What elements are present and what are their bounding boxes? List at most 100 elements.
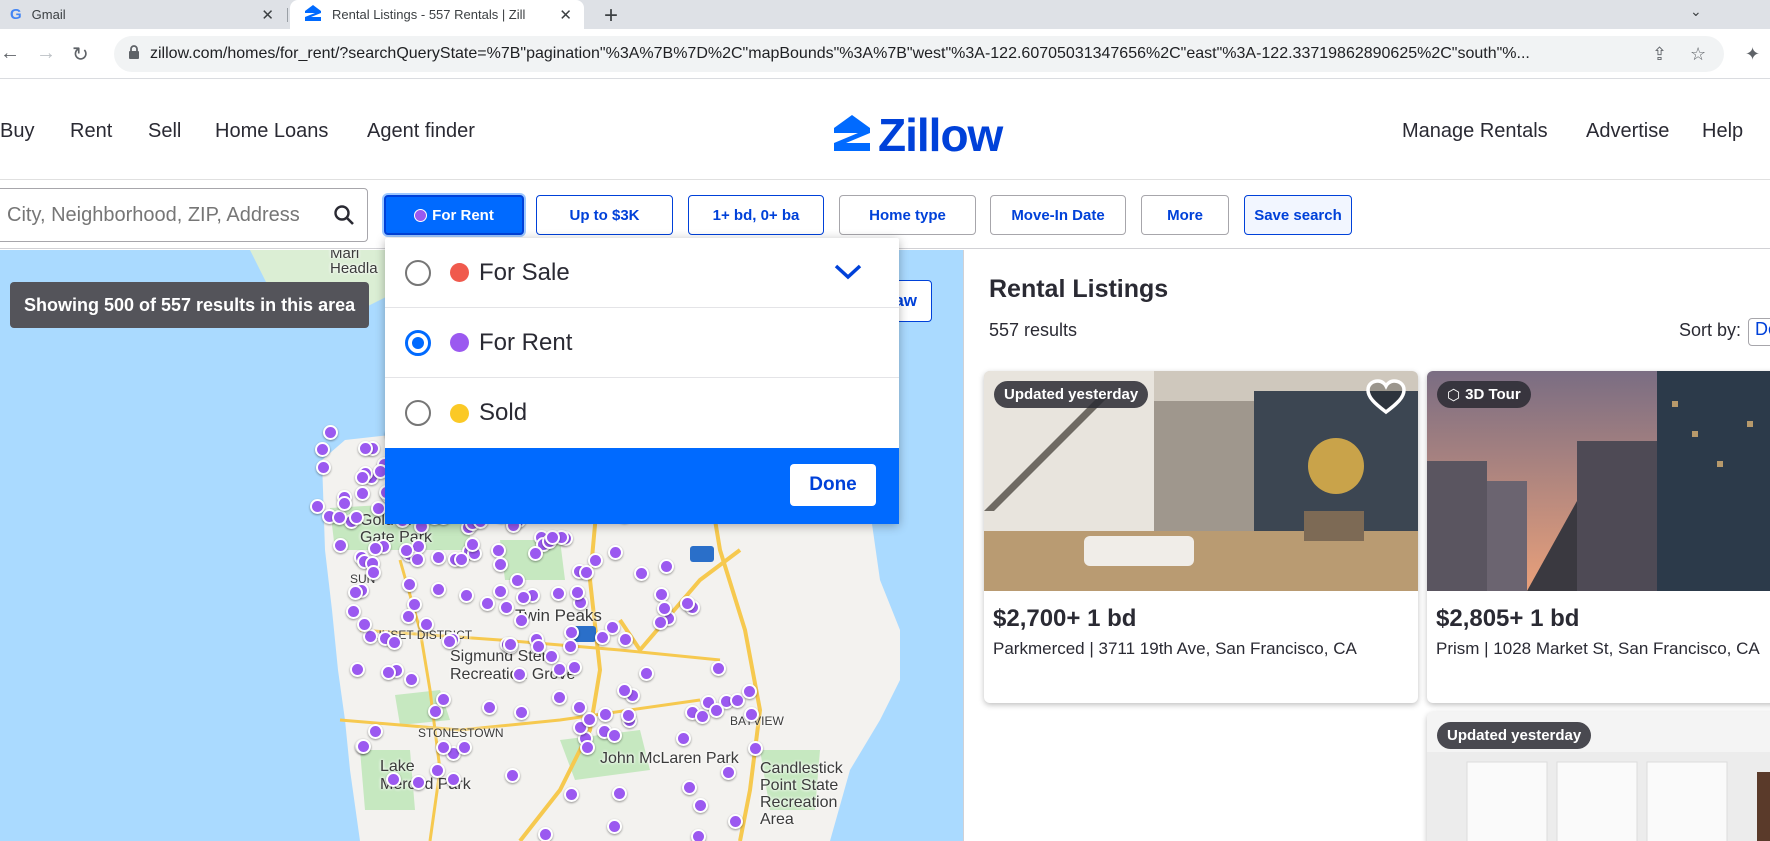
nav-agent-finder[interactable]: Agent finder: [367, 120, 475, 143]
map-pin[interactable]: [566, 660, 582, 676]
back-icon[interactable]: ←: [0, 42, 20, 65]
nav-manage-rentals[interactable]: Manage Rentals: [1402, 120, 1548, 143]
map-pin[interactable]: [606, 728, 622, 743]
save-search-button[interactable]: Save search: [1244, 195, 1352, 235]
more-filters-button[interactable]: More: [1141, 195, 1229, 235]
map-pin[interactable]: [347, 585, 363, 600]
move-in-date-button[interactable]: Move-In Date: [990, 195, 1126, 235]
map-pin[interactable]: [550, 585, 566, 601]
option-for-rent[interactable]: For Rent: [385, 308, 899, 378]
reload-icon[interactable]: ↻: [72, 42, 89, 67]
sort-select[interactable]: De: [1748, 318, 1770, 346]
beds-baths-button[interactable]: 1+ bd, 0+ ba: [688, 195, 824, 235]
map-pin[interactable]: [633, 566, 649, 582]
listing-card[interactable]: Updated yesterday: [1427, 712, 1770, 841]
map-pin[interactable]: [747, 740, 763, 756]
map-pin[interactable]: [594, 630, 610, 646]
map-pin[interactable]: [365, 564, 381, 580]
map-pin[interactable]: [692, 797, 708, 813]
address-bar[interactable]: zillow.com/homes/for_rent/?searchQuerySt…: [114, 36, 1724, 72]
done-button[interactable]: Done: [790, 464, 876, 506]
new-tab-icon[interactable]: +: [604, 2, 618, 30]
map-pin[interactable]: [367, 540, 383, 556]
map-pin[interactable]: [676, 730, 691, 746]
map-pin[interactable]: [620, 708, 636, 724]
map-pin[interactable]: [356, 616, 372, 632]
close-tab-icon[interactable]: ✕: [559, 6, 572, 24]
map-pin[interactable]: [457, 739, 473, 755]
map-pin[interactable]: [708, 702, 724, 718]
map-pin[interactable]: [479, 595, 495, 611]
map-pin[interactable]: [545, 529, 561, 545]
option-for-sale[interactable]: For Sale: [385, 238, 899, 308]
map-pin[interactable]: [563, 624, 579, 640]
nav-sell[interactable]: Sell: [148, 120, 181, 143]
map-pin[interactable]: [354, 469, 370, 485]
map-pin[interactable]: [656, 601, 672, 617]
listing-card[interactable]: Updated yesterday $2,700+ 1 bd Parkmerce…: [984, 371, 1418, 703]
nav-buy[interactable]: Buy: [0, 120, 34, 143]
map-pin[interactable]: [385, 771, 401, 787]
listing-card[interactable]: ⬡ 3D Tour $2,805+ 1 bd Prism | 1028 Mark…: [1427, 371, 1770, 703]
map-pin[interactable]: [512, 666, 528, 682]
tab-search-icon[interactable]: ⌄: [1690, 3, 1702, 20]
search-input[interactable]: City, Neighborhood, ZIP, Address: [0, 188, 368, 242]
radio-for-rent[interactable]: [405, 329, 431, 356]
option-sold[interactable]: Sold: [385, 378, 899, 448]
share-icon[interactable]: ⇪: [1652, 44, 1667, 65]
map-pin[interactable]: [499, 599, 515, 615]
map-pin[interactable]: [551, 690, 567, 706]
nav-help[interactable]: Help: [1702, 120, 1743, 143]
map-pin[interactable]: [652, 614, 668, 630]
map-pin[interactable]: [315, 459, 331, 475]
map-pin[interactable]: [458, 587, 474, 603]
map-pin[interactable]: [367, 724, 383, 740]
map-pin[interactable]: [345, 604, 361, 620]
close-tab-icon[interactable]: ✕: [261, 6, 274, 24]
map-pin[interactable]: [350, 661, 366, 677]
radio-for-sale[interactable]: [405, 259, 431, 286]
price-button[interactable]: Up to $3K: [536, 195, 673, 235]
map-pin[interactable]: [418, 616, 434, 632]
map-pin[interactable]: [398, 543, 414, 559]
map-pin[interactable]: [578, 565, 594, 581]
map-pin[interactable]: [579, 740, 595, 756]
map-pin[interactable]: [528, 545, 544, 561]
map-pin[interactable]: [537, 827, 553, 841]
chevron-down-icon[interactable]: [833, 262, 863, 287]
map-pin[interactable]: [597, 706, 613, 722]
nav-home-loans[interactable]: Home Loans: [215, 120, 328, 143]
map-pin[interactable]: [515, 589, 531, 605]
map-pin[interactable]: [410, 774, 426, 790]
map-pin[interactable]: [332, 537, 348, 553]
map-pin[interactable]: [611, 785, 627, 801]
map-pin[interactable]: [370, 500, 386, 516]
bookmark-star-icon[interactable]: ☆: [1690, 44, 1706, 65]
map-pin[interactable]: [727, 813, 743, 829]
radio-sold[interactable]: [405, 400, 431, 426]
zillow-logo[interactable]: Zillow: [832, 108, 1003, 162]
map-pin[interactable]: [322, 424, 338, 440]
forward-icon[interactable]: →: [36, 42, 56, 65]
map-pin[interactable]: [354, 486, 370, 502]
search-icon[interactable]: [333, 204, 355, 231]
map-pin[interactable]: [741, 684, 757, 700]
map-pin[interactable]: [505, 767, 521, 783]
nav-rent[interactable]: Rent: [70, 120, 112, 143]
map-pin[interactable]: [315, 441, 330, 457]
heart-icon[interactable]: [1366, 379, 1406, 420]
map-pin[interactable]: [606, 818, 622, 834]
nav-advertise[interactable]: Advertise: [1586, 120, 1669, 143]
map-pin[interactable]: [356, 738, 372, 754]
map-pin[interactable]: [509, 572, 525, 588]
tab-gmail[interactable]: G Gmail ✕: [0, 0, 286, 29]
map-pin[interactable]: [694, 709, 710, 725]
listing-type-button[interactable]: For Rent: [384, 195, 524, 235]
map-pin[interactable]: [357, 440, 373, 456]
map-pin[interactable]: [502, 636, 518, 652]
extensions-icon[interactable]: ✦: [1745, 44, 1760, 65]
map-pin[interactable]: [638, 666, 654, 682]
map-pin[interactable]: [569, 585, 585, 601]
map-pin[interactable]: [386, 634, 402, 650]
home-type-button[interactable]: Home type: [839, 195, 976, 235]
